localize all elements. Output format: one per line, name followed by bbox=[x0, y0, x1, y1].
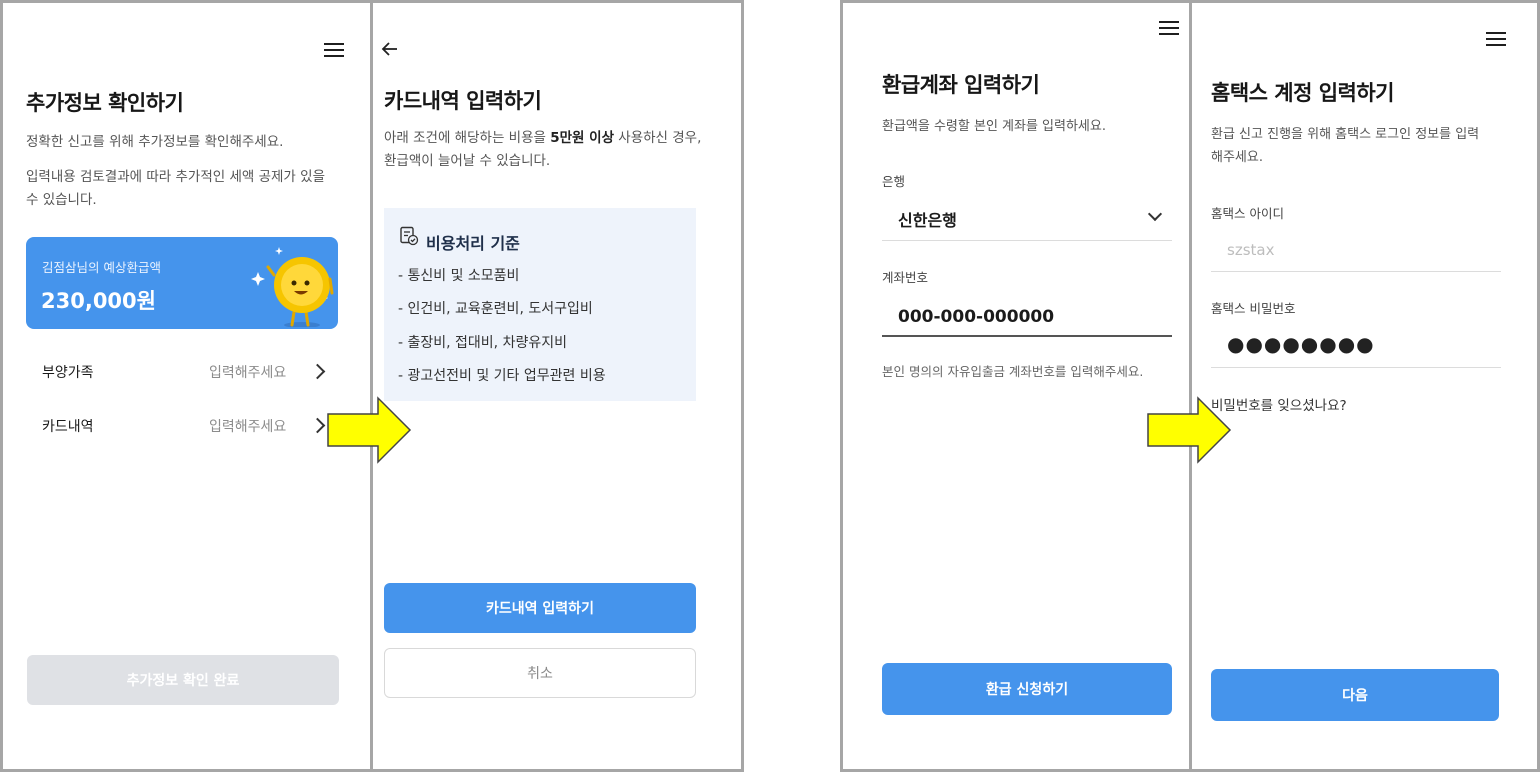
screen-refund-account: 환급계좌 입력하기 환급액을 수령할 본인 계좌를 입력하세요. 은행 신한은행… bbox=[840, 0, 1193, 772]
password-label: 홈택스 비밀번호 bbox=[1211, 301, 1296, 316]
account-label: 계좌번호 bbox=[882, 270, 929, 285]
screen-card-history: 카드내역 입력하기 아래 조건에 해당하는 비용을 5만원 이상 사용하신 경우… bbox=[370, 0, 744, 772]
next-button[interactable]: 다음 bbox=[1211, 669, 1499, 721]
bank-value: 신한은행 bbox=[898, 211, 957, 230]
criteria-item: - 인건비, 교육훈련비, 도서구입비 bbox=[398, 301, 593, 317]
cancel-button[interactable]: 취소 bbox=[384, 648, 696, 698]
enter-card-history-button[interactable]: 카드내역 입력하기 bbox=[384, 583, 696, 633]
screen-additional-info: 추가정보 확인하기 정확한 신고를 위해 추가정보를 확인해주세요. 입력내용 … bbox=[0, 0, 373, 772]
row-hint: 입력해주세요 bbox=[209, 365, 287, 381]
confirm-button[interactable]: 추가정보 확인 완료 bbox=[27, 655, 339, 705]
bank-label: 은행 bbox=[882, 174, 906, 189]
id-placeholder: szstax bbox=[1227, 241, 1275, 259]
sparkle-icon bbox=[251, 272, 265, 286]
chevron-down-icon bbox=[1147, 206, 1163, 222]
divider bbox=[882, 240, 1172, 241]
page-title: 카드내역 입력하기 bbox=[384, 89, 542, 113]
criteria-title: 비용처리 기준 bbox=[426, 234, 520, 253]
refund-submit-button[interactable]: 환급 신청하기 bbox=[882, 663, 1172, 715]
criteria-item: - 출장비, 접대비, 차량유지비 bbox=[398, 335, 567, 351]
row-label: 부양가족 bbox=[42, 365, 94, 381]
account-hint: 본인 명의의 자유입출금 계좌번호를 입력해주세요. bbox=[882, 364, 1144, 379]
page-description: 환급 신고 진행을 위해 홈택스 로그인 정보를 입력해주세요. bbox=[1211, 127, 1480, 165]
refund-caption: 김점삼님의 예상환급액 bbox=[42, 260, 161, 275]
page-description: 환급액을 수령할 본인 계좌를 입력하세요. bbox=[882, 119, 1106, 134]
criteria-item: - 통신비 및 소모품비 bbox=[398, 268, 520, 284]
page-subdescription: 입력내용 검토결과에 따라 추가적인 세액 공제가 있을 수 있습니다. bbox=[26, 169, 325, 208]
divider bbox=[1211, 271, 1501, 272]
chevron-right-icon bbox=[309, 417, 326, 434]
coin-character-icon bbox=[251, 247, 334, 327]
back-arrow-icon[interactable] bbox=[380, 39, 400, 59]
page-title: 추가정보 확인하기 bbox=[26, 91, 184, 115]
page-description: 정확한 신고를 위해 추가정보를 확인해주세요. bbox=[26, 134, 284, 150]
screen-hometax-account: 홈택스 계정 입력하기 환급 신고 진행을 위해 홈택스 로그인 정보를 입력해… bbox=[1189, 0, 1540, 772]
row-hint: 입력해주세요 bbox=[209, 419, 287, 435]
divider bbox=[1211, 367, 1501, 368]
divider bbox=[882, 335, 1172, 337]
document-check-icon bbox=[400, 226, 419, 246]
page-title: 환급계좌 입력하기 bbox=[882, 73, 1040, 97]
refund-amount: 230,000원 bbox=[41, 289, 156, 313]
criteria-item: - 광고선전비 및 기타 업무관련 비용 bbox=[398, 368, 606, 384]
arrow-right-icon bbox=[1147, 396, 1232, 464]
arrow-right-icon bbox=[327, 396, 412, 464]
criteria-box: 비용처리 기준 - 통신비 및 소모품비 - 인건비, 교육훈련비, 도서구입비… bbox=[384, 208, 696, 401]
id-label: 홈택스 아이디 bbox=[1211, 206, 1284, 221]
chevron-right-icon bbox=[309, 363, 326, 380]
menu-icon[interactable] bbox=[1486, 32, 1506, 48]
account-value: 000-000-000000 bbox=[898, 307, 1055, 327]
menu-icon[interactable] bbox=[1159, 21, 1179, 37]
page-title: 홈택스 계정 입력하기 bbox=[1211, 81, 1395, 105]
row-label: 카드내역 bbox=[42, 419, 94, 435]
menu-icon[interactable] bbox=[324, 43, 344, 59]
page-description: 아래 조건에 해당하는 비용을 5만원 이상 사용하신 경우, 환급액이 늘어날… bbox=[384, 130, 702, 169]
password-value: ●●●●●●●● bbox=[1227, 332, 1375, 356]
refund-estimate-card: 김점삼님의 예상환급액 230,000원 bbox=[26, 237, 338, 329]
